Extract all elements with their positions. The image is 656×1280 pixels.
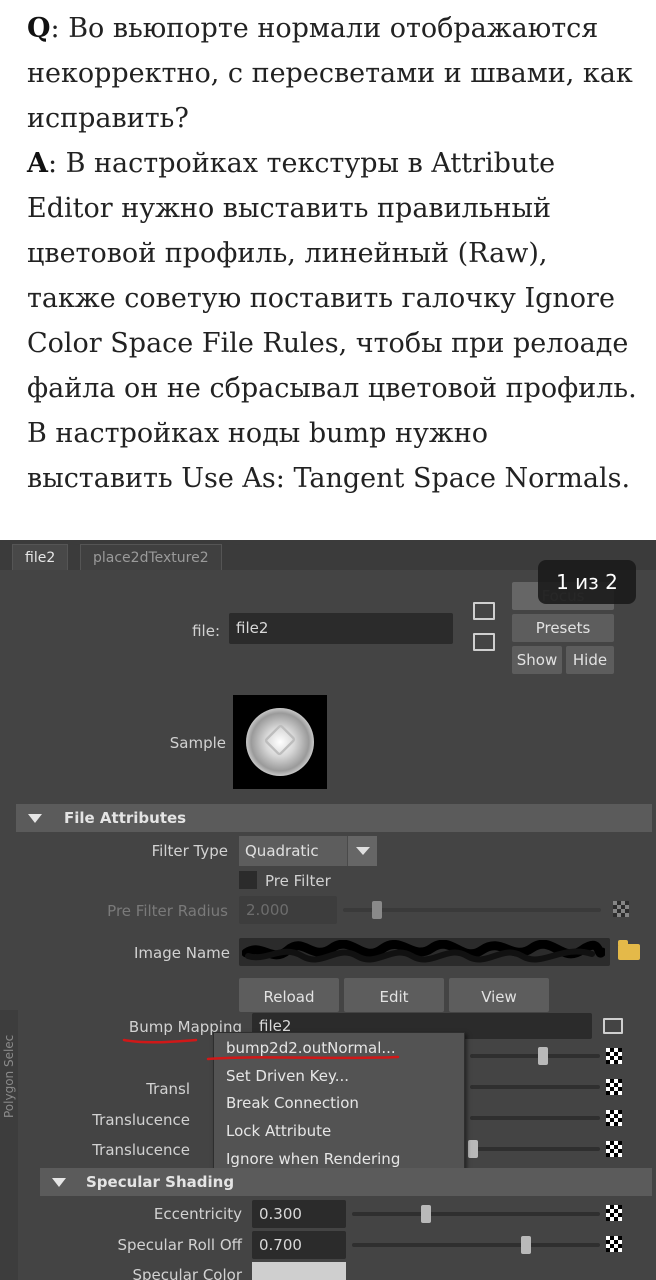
specular-color-label: Specular Color [132,1266,242,1280]
output-connection-icon[interactable] [473,633,495,651]
pre-filter-radius-map-button[interactable] [613,901,629,917]
annotation-underline-outnormal [206,1055,400,1061]
diffuse-map-button[interactable] [606,1048,622,1064]
answer-paragraph: A: В настройках текстуры в Attribute Edi… [27,141,637,501]
translucence-focus-label: Translucence [92,1141,190,1159]
redacted-path-scribble [242,940,605,963]
reload-button[interactable]: Reload [239,978,339,1012]
file-attributes-header[interactable]: File Attributes [16,804,652,832]
dropdown-arrow-icon [347,836,377,866]
bump-mapping-connection-icon[interactable] [603,1018,623,1034]
presets-button[interactable]: Presets [512,614,614,642]
specular-shading-header[interactable]: Specular Shading [40,1168,652,1196]
specular-roll-off-map-button[interactable] [606,1236,622,1252]
filter-type-value: Quadratic [245,842,319,860]
specular-shading-title: Specular Shading [86,1173,235,1191]
eccentricity-map-button[interactable] [606,1205,622,1221]
translucence-map-button[interactable] [606,1079,622,1095]
file-label: file: [192,622,220,640]
menu-item-lock-attribute[interactable]: Lock Attribute [226,1122,331,1140]
translucence-focus-slider[interactable] [470,1147,600,1151]
maya-attribute-editor-screenshot: file2 place2dTexture2 file: file2 Focus … [0,540,656,1280]
file-attributes-title: File Attributes [64,809,187,827]
hide-button[interactable]: Hide [566,646,614,674]
pre-filter-radius-field[interactable]: 2.000 [239,896,337,924]
question-label: Q [27,13,51,44]
filter-type-dropdown[interactable]: Quadratic [239,836,377,866]
diffuse-slider-thumb[interactable] [538,1047,548,1065]
answer-text: : В настройках текстуры в Attribute Edit… [27,148,637,494]
translucence-slider[interactable] [470,1085,600,1089]
specular-roll-off-label: Specular Roll Off [117,1236,243,1254]
pre-filter-label: Pre Filter [265,872,331,890]
tab-file2[interactable]: file2 [12,544,69,570]
translucence-depth-label: Translucence [92,1111,190,1129]
translucence-focus-map-button[interactable] [606,1141,622,1157]
specular-roll-off-slider[interactable] [352,1243,600,1247]
collapse-triangle-icon [52,1178,66,1187]
pre-filter-radius-label: Pre Filter Radius [107,902,228,920]
eccentricity-slider-thumb[interactable] [421,1205,432,1223]
specular-roll-off-slider-thumb[interactable] [520,1236,531,1254]
edit-button[interactable]: Edit [344,978,444,1012]
sample-label: Sample [169,734,226,752]
eccentricity-label: Eccentricity [153,1205,242,1223]
translucence-label: Transl [146,1080,190,1098]
eccentricity-field[interactable]: 0.300 [252,1200,346,1228]
show-button[interactable]: Show [512,646,562,674]
article-text: Q: Во вьюпорте нормали отображаются неко… [27,6,637,501]
pre-filter-checkbox[interactable] [239,871,257,889]
specular-roll-off-field[interactable]: 0.700 [252,1231,346,1259]
collapse-triangle-icon [28,814,42,823]
translucence-focus-slider-thumb[interactable] [468,1140,478,1158]
page-counter-badge: 1 из 2 [538,560,636,604]
side-panel-label: Polygon Selec [2,1034,16,1118]
answer-label: A [27,148,48,179]
diffuse-slider[interactable] [470,1054,600,1058]
specular-color-swatch[interactable] [252,1262,346,1280]
file-name-field[interactable]: file2 [229,613,453,644]
translucence-depth-slider[interactable] [470,1116,600,1120]
annotation-underline-bump [122,1038,198,1044]
menu-item-set-driven-key[interactable]: Set Driven Key... [226,1067,349,1085]
menu-item-break-connection[interactable]: Break Connection [226,1094,359,1112]
input-connection-icon[interactable] [473,602,495,620]
sample-swatch [233,695,327,789]
view-button[interactable]: View [449,978,549,1012]
filter-type-label: Filter Type [151,842,228,860]
eccentricity-slider[interactable] [352,1212,600,1216]
question-paragraph: Q: Во вьюпорте нормали отображаются неко… [27,6,637,141]
tab-place2dtexture2[interactable]: place2dTexture2 [80,544,222,570]
question-text: : Во вьюпорте нормали отображаются некор… [27,13,633,134]
folder-icon[interactable] [618,940,640,960]
pre-filter-radius-slider-thumb[interactable] [371,901,382,919]
pre-filter-radius-slider[interactable] [343,908,601,912]
menu-item-ignore-when-rendering[interactable]: Ignore when Rendering [226,1150,400,1168]
image-name-label: Image Name [134,944,230,962]
translucence-depth-map-button[interactable] [606,1110,622,1126]
